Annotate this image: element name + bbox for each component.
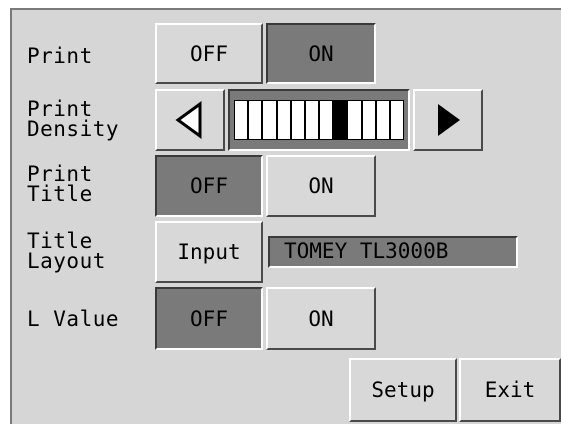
- right-arrow-icon: [438, 104, 460, 136]
- density-segment: [292, 101, 306, 139]
- density-increase-button[interactable]: [413, 89, 483, 151]
- density-segment: [263, 101, 278, 139]
- print-density-label: Print Density: [27, 97, 120, 141]
- density-segment: [348, 101, 363, 139]
- print-title-label: Print Title: [27, 162, 93, 206]
- density-segment: [320, 101, 335, 139]
- title-layout-label: Title Layout: [27, 229, 106, 273]
- l-value-label: L Value: [27, 307, 120, 331]
- l-value-off-button[interactable]: OFF: [155, 287, 263, 350]
- print-title-on-button[interactable]: ON: [266, 155, 376, 217]
- density-segment: [235, 101, 250, 139]
- density-segment: [278, 101, 292, 139]
- density-segment: [391, 101, 403, 139]
- title-input-button[interactable]: Input: [155, 221, 263, 283]
- density-segment: [306, 101, 321, 139]
- density-segment: [363, 101, 377, 139]
- print-label: Print: [27, 44, 93, 68]
- density-slider[interactable]: [228, 89, 410, 151]
- density-decrease-button[interactable]: [155, 89, 225, 151]
- l-value-on-button[interactable]: ON: [266, 287, 376, 350]
- exit-button[interactable]: Exit: [459, 358, 561, 422]
- print-title-off-button[interactable]: OFF: [155, 155, 263, 217]
- title-text-field: TOMEY TL3000B: [268, 236, 518, 268]
- setup-button[interactable]: Setup: [349, 358, 457, 422]
- density-segment: [249, 101, 264, 139]
- print-off-button[interactable]: OFF: [155, 23, 263, 84]
- density-ticks: [234, 100, 404, 140]
- density-segment: [377, 101, 391, 139]
- left-arrow-icon: [175, 101, 202, 139]
- density-segment: [334, 101, 349, 139]
- print-on-button[interactable]: ON: [266, 23, 376, 84]
